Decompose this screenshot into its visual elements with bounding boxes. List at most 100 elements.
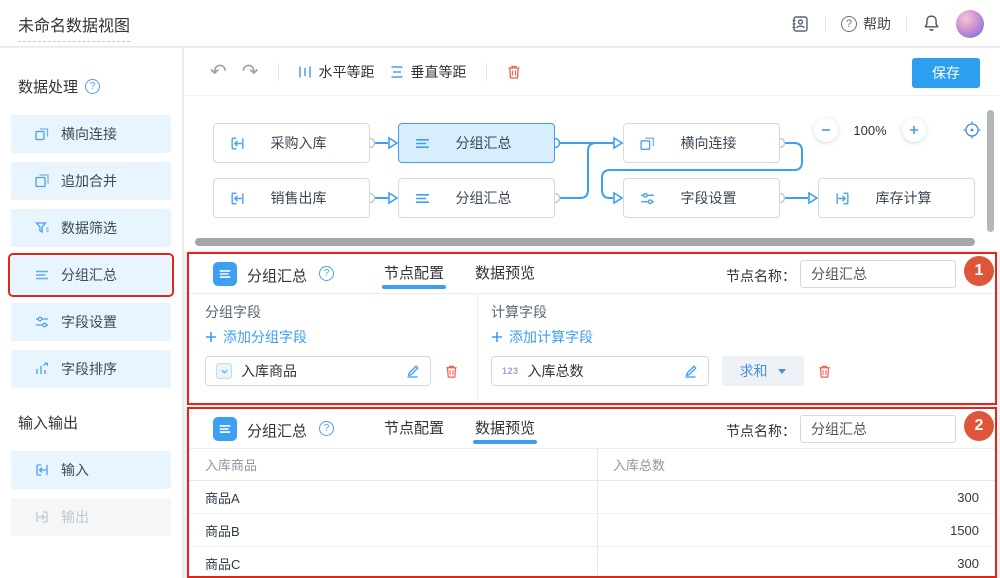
add-group-field-label: 添加分组字段 (223, 327, 307, 347)
help-icon[interactable]: ? (85, 79, 100, 94)
zoom-in-button[interactable] (902, 118, 926, 142)
calc-field-name: 入库总数 (528, 361, 674, 381)
flow-node-purchase-inbound[interactable]: 采购入库 (213, 123, 370, 163)
help-button[interactable]: ? 帮助 (841, 14, 891, 34)
sidebar-item-label: 字段排序 (61, 359, 117, 379)
preview-table: 入库商品 入库总数 商品A 300 商品B 1500 商品C 300 (189, 449, 995, 576)
calc-field-item[interactable]: 123 入库总数 (491, 356, 709, 386)
flow-node-horizontal-join[interactable]: 横向连接 (623, 123, 780, 163)
sidebar-section-io: 输入输出 (18, 412, 171, 433)
input-icon (229, 135, 246, 152)
sidebar-item-label: 字段设置 (61, 312, 117, 332)
node-label: 分组汇总 (431, 188, 536, 208)
field-sort-icon (34, 361, 50, 377)
tab-data-preview[interactable]: 数据预览 (475, 409, 535, 449)
edit-icon[interactable] (683, 364, 698, 379)
horizontal-scrollbar[interactable] (195, 238, 975, 246)
group-summary-config-panel: 分组汇总 ? 节点配置 数据预览 节点名称： 1 分组字段 添加分组字段 入库商… (187, 252, 997, 405)
zoom-out-button[interactable] (814, 118, 838, 142)
panel-tabs: 节点配置 数据预览 (384, 409, 535, 449)
flow-node-inventory-calc[interactable]: 库存计算 (818, 178, 975, 218)
flow-node-field-settings[interactable]: 字段设置 (623, 178, 780, 218)
sidebar: 数据处理 ? 横向连接 追加合并 数据筛选 (0, 48, 183, 578)
zoom-level: 100% (852, 123, 888, 138)
divider (906, 16, 907, 32)
tab-node-config[interactable]: 节点配置 (384, 409, 444, 449)
divider (477, 294, 478, 403)
add-calc-field-button[interactable]: 添加计算字段 (491, 327, 593, 347)
edit-icon[interactable] (405, 364, 420, 379)
group-field-item[interactable]: 入库商品 (205, 356, 431, 386)
cell-total: 1500 (597, 514, 995, 546)
input-icon (229, 190, 246, 207)
append-merge-icon (34, 173, 50, 189)
help-icon[interactable]: ? (319, 421, 334, 436)
sidebar-item-append-merge[interactable]: 追加合并 (11, 162, 171, 200)
bell-icon[interactable] (922, 14, 941, 33)
chevron-down-icon (777, 368, 787, 375)
node-label: 分组汇总 (431, 133, 536, 153)
node-name-input[interactable] (800, 260, 956, 288)
group-summary-preview-panel: 分组汇总 ? 节点配置 数据预览 节点名称： 2 入库商品 入库总数 商品A 3… (187, 407, 997, 578)
table-header-row: 入库商品 入库总数 (189, 449, 995, 481)
node-label: 横向连接 (656, 133, 761, 153)
panel-header: 分组汇总 ? 节点配置 数据预览 节点名称： 2 (189, 409, 995, 449)
group-summary-icon (34, 267, 50, 283)
flow-canvas: ↶ ↷ 水平等距 垂直等距 (184, 48, 1000, 250)
flow-node-group-summary-bottom[interactable]: 分组汇总 (398, 178, 555, 218)
calc-field-row: 123 入库总数 求和 (491, 356, 832, 386)
add-calc-field-label: 添加计算字段 (509, 327, 593, 347)
flow-node-sales-outbound[interactable]: 销售出库 (213, 178, 370, 218)
sidebar-item-label: 数据筛选 (61, 218, 117, 238)
sidebar-item-group-summary[interactable]: 分组汇总 (11, 256, 171, 294)
delete-group-field-icon[interactable] (444, 364, 459, 379)
output-icon (834, 190, 851, 207)
cell-product: 商品B (189, 514, 597, 546)
sidebar-item-output: 输出 (11, 498, 171, 536)
page-title[interactable]: 未命名数据视图 (18, 12, 130, 42)
group-field-name: 入库商品 (241, 361, 396, 381)
locate-center-icon[interactable] (962, 120, 982, 140)
aggregation-dropdown[interactable]: 求和 (722, 356, 804, 386)
sidebar-item-field-sort[interactable]: 字段排序 (11, 350, 171, 388)
aggregation-value: 求和 (740, 361, 768, 381)
help-icon[interactable]: ? (319, 266, 334, 281)
calc-fields-title: 计算字段 (491, 302, 547, 322)
filter-icon (34, 220, 50, 236)
vertical-scrollbar[interactable] (987, 110, 994, 232)
node-label: 字段设置 (656, 188, 761, 208)
sidebar-item-input[interactable]: 输入 (11, 451, 171, 489)
annotation-badge-2: 2 (964, 411, 994, 441)
field-settings-icon (639, 190, 656, 207)
annotation-badge-1: 1 (964, 256, 994, 286)
app-header: 未命名数据视图 ? 帮助 (0, 0, 1000, 47)
flow-node-group-summary-top[interactable]: 分组汇总 (398, 123, 555, 163)
panel-tabs: 节点配置 数据预览 (384, 254, 535, 294)
group-fields-title: 分组字段 (205, 302, 261, 322)
plus-icon (491, 331, 503, 343)
node-name-input[interactable] (800, 415, 956, 443)
sidebar-item-horizontal-join[interactable]: 横向连接 (11, 115, 171, 153)
header-actions: ? 帮助 (790, 0, 984, 47)
tab-data-preview[interactable]: 数据预览 (475, 254, 535, 294)
sidebar-item-label: 输入 (61, 460, 89, 480)
sidebar-item-field-settings[interactable]: 字段设置 (11, 303, 171, 341)
section-title: 数据处理 (18, 76, 78, 97)
help-label: 帮助 (863, 14, 891, 34)
cell-total: 300 (597, 547, 995, 576)
org-contacts-icon[interactable] (790, 14, 810, 34)
delete-calc-field-icon[interactable] (817, 364, 832, 379)
section-title: 输入输出 (18, 412, 78, 433)
tab-node-config[interactable]: 节点配置 (384, 254, 444, 294)
node-label: 库存计算 (851, 188, 956, 208)
input-icon (34, 462, 50, 478)
sidebar-item-filter[interactable]: 数据筛选 (11, 209, 171, 247)
user-avatar[interactable] (956, 10, 984, 38)
group-summary-icon (213, 417, 237, 441)
cell-product: 商品A (189, 481, 597, 513)
divider (825, 16, 826, 32)
plus-icon (205, 331, 217, 343)
add-group-field-button[interactable]: 添加分组字段 (205, 327, 307, 347)
cell-total: 300 (597, 481, 995, 513)
group-field-row: 入库商品 (205, 356, 459, 386)
